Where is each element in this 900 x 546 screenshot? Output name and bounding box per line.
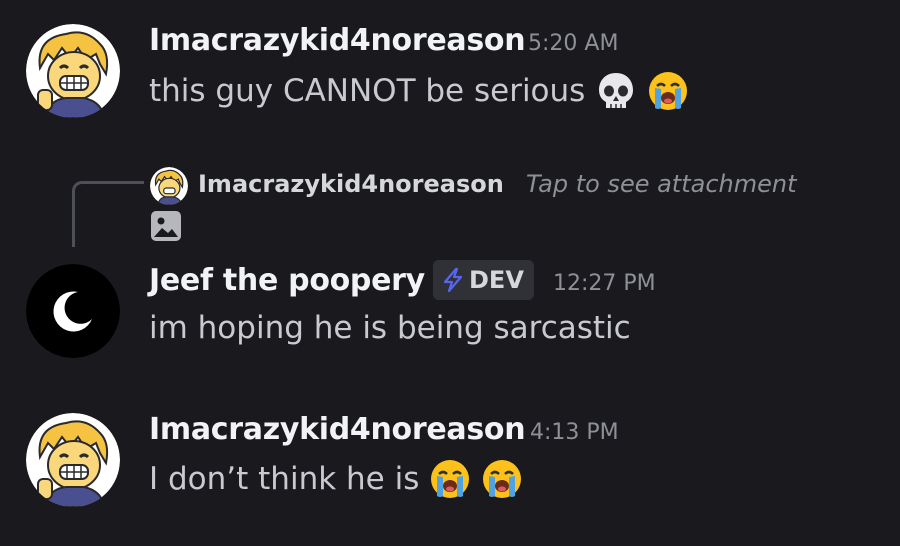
dev-tag-label: DEV [469,266,524,294]
message-text: I don’t think he is [149,458,523,500]
dev-role-tag[interactable]: DEV [433,260,534,300]
reply-username[interactable]: Imacrazykid4noreason [198,170,504,198]
reply-connector-line [72,181,144,247]
skull-emoji-icon [595,70,637,112]
message-username[interactable]: Imacrazykid4noreason [149,23,526,58]
image-attachment-icon[interactable] [150,210,182,242]
loudly-crying-emoji-icon [647,70,689,112]
reply-preview[interactable]: Tap to see attachment [526,170,797,198]
message-timestamp: 4:13 PM [530,420,619,445]
message-body: I don’t think he is [149,461,420,497]
user-avatar[interactable] [26,264,120,358]
message-timestamp: 5:20 AM [528,31,619,56]
message-body: im hoping he is being sarcastic [149,310,631,346]
message-text: im hoping he is being sarcastic [149,310,631,346]
message-username[interactable]: Jeef the poopery [149,263,425,298]
message-timestamp: 12:27 PM [553,271,656,296]
loudly-crying-emoji-icon [481,458,523,500]
message-username[interactable]: Imacrazykid4noreason [149,412,526,447]
user-avatar[interactable] [26,413,120,507]
chat-message-list: Imacrazykid4noreason 5:20 AM this guy CA… [0,0,900,546]
lightning-bolt-icon [443,267,463,293]
message-text: this guy CANNOT be serious [149,70,689,112]
reply-avatar[interactable] [150,167,188,205]
loudly-crying-emoji-icon [429,458,471,500]
user-avatar[interactable] [26,24,120,118]
message-body: this guy CANNOT be serious [149,73,586,109]
